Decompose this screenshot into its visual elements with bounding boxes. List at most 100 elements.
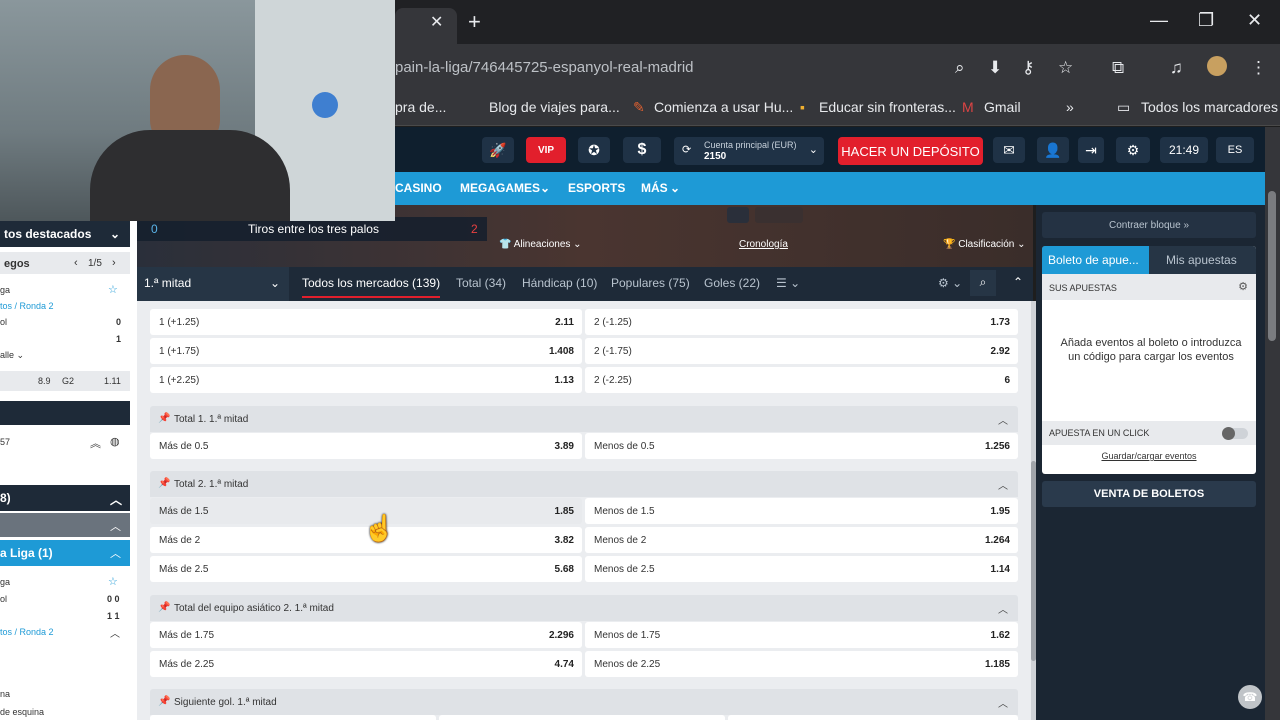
outcome-name[interactable]: G2 (62, 376, 74, 386)
tab-goals[interactable]: Goles (22) (704, 276, 760, 290)
close-tab-icon[interactable]: ✕ (430, 12, 443, 32)
tab-handicap[interactable]: Hándicap (10) (522, 276, 597, 290)
odd-value[interactable]: 1.11 (104, 376, 121, 386)
odd-button[interactable]: Menos de 0.5 1.256 (585, 433, 1018, 459)
bookmark-item[interactable]: Gmail (984, 99, 1021, 115)
nav-esports[interactable]: ESPORTS (568, 181, 625, 195)
featured-header[interactable]: tos destacados ⌄ (0, 221, 130, 247)
market-group-header[interactable]: 📌 Total 1. 1.ª mitad ︿ (150, 406, 1018, 432)
menu-icon[interactable]: ⋮ (1250, 58, 1267, 78)
bookmark-item[interactable]: pra de... (395, 99, 446, 115)
mail-icon[interactable]: ✉ (993, 137, 1025, 163)
new-tab-icon[interactable]: + (468, 9, 481, 35)
save-load-link[interactable]: Guardar/cargar eventos (1042, 451, 1256, 461)
rocket-icon[interactable]: 🚀 (482, 137, 514, 163)
star-icon[interactable]: ☆ (1058, 58, 1073, 78)
profile-avatar[interactable] (1207, 56, 1227, 76)
all-bookmarks[interactable]: Todos los marcadores (1141, 99, 1278, 115)
market-name[interactable]: de esquina (0, 707, 44, 717)
details-link[interactable]: alle ⌄ (0, 350, 24, 361)
team-name[interactable]: ol (0, 317, 7, 327)
sell-bets-button[interactable]: VENTA DE BOLETOS (1042, 481, 1256, 507)
collapse-icon[interactable]: ⌃ (1007, 270, 1029, 296)
install-icon[interactable]: ⬇ (988, 58, 1002, 78)
globe-icon[interactable]: ◍ (110, 435, 120, 448)
refresh-icon[interactable]: ⟳ (682, 143, 691, 156)
odd-button[interactable]: Menos de 2.25 1.185 (585, 651, 1018, 677)
page-scrollbar[interactable] (1265, 127, 1280, 720)
odd-button[interactable]: 2 (-1.25) 1.73 (585, 309, 1018, 335)
dollar-icon[interactable]: $ (623, 137, 661, 163)
odd-button[interactable]: Más de 2.25 4.74 (150, 651, 582, 677)
media-icon[interactable]: ♫ (1170, 58, 1183, 78)
zoom-icon[interactable]: ⌕ (955, 58, 965, 78)
market-group-header[interactable]: 📌 Total 2. 1.ª mitad ︿ (150, 471, 1018, 497)
odd-button[interactable]: 2 (-1.75) 2.92 (585, 338, 1018, 364)
pin-icon[interactable]: 📌 (158, 413, 170, 424)
pin-icon[interactable]: 📌 (158, 602, 170, 613)
section-header[interactable]: 8) ︿ (0, 485, 130, 511)
round-label[interactable]: tos / Ronda 2 (0, 627, 54, 637)
favorite-star-icon[interactable]: ☆ (108, 283, 118, 296)
key-icon[interactable]: ⚷ (1022, 58, 1034, 78)
odd-button[interactable]: Menos de 1.75 1.62 (585, 622, 1018, 648)
page-scrollbar-thumb[interactable] (1268, 191, 1276, 341)
timeline-link[interactable]: Cronología (739, 239, 788, 250)
league-name[interactable]: ga (0, 577, 10, 587)
odd-button[interactable]: Menos de 2 1.264 (585, 527, 1018, 553)
collapse-icon[interactable]: ︽ (90, 435, 101, 451)
tab-my-bets[interactable]: Mis apuestas (1166, 253, 1237, 267)
tab-all-markets[interactable]: Todos los mercados (139) (302, 276, 441, 298)
promo-icon[interactable]: ✪ (578, 137, 610, 163)
lineups-link[interactable]: 👕 Alineaciones ⌄ (499, 239, 582, 250)
restore-icon[interactable]: ❐ (1198, 10, 1214, 31)
clock[interactable]: 21:49 (1160, 137, 1208, 163)
odd-button[interactable]: 1 (+1.75) 1.408 (150, 338, 582, 364)
more-bookmarks[interactable]: » (1066, 99, 1074, 115)
league-header[interactable]: a Liga (1) ︿ (0, 540, 130, 566)
deposit-button[interactable]: HACER UN DEPÓSITO (838, 137, 983, 165)
settings-icon[interactable]: ⚙ (1116, 137, 1150, 163)
vip-button[interactable]: VIP (526, 137, 566, 163)
nav-casino[interactable]: CASINO (395, 181, 442, 195)
pager-prev-icon[interactable]: ‹ (74, 257, 78, 269)
odd-button[interactable]: Menos de 1.5 1.95 (585, 498, 1018, 524)
odd-button[interactable]: Más de 1.75 2.296 (150, 622, 582, 648)
team-name[interactable]: ol (0, 594, 7, 604)
round-label[interactable]: tos / Ronda 2 (0, 301, 54, 311)
odd-button[interactable] (150, 715, 436, 720)
nav-more[interactable]: MÁS (641, 181, 668, 195)
tab-total[interactable]: Total (34) (456, 276, 506, 290)
gear-icon[interactable]: ⚙ (1238, 280, 1248, 293)
tab-popular[interactable]: Populares (75) (611, 276, 690, 290)
chevron-up-icon[interactable]: ︿ (998, 412, 1008, 427)
account-selector[interactable]: ⟳ Cuenta principal (EUR) 2150 ⌄ (674, 137, 824, 165)
language-selector[interactable]: ES (1216, 137, 1254, 163)
pin-icon[interactable]: 📌 (158, 478, 170, 489)
standings-link[interactable]: 🏆 Clasificación ⌄ (943, 239, 1026, 250)
odd-button[interactable] (439, 715, 725, 720)
odd-button[interactable]: 1 (+1.25) 2.11 (150, 309, 582, 335)
odd-button[interactable] (728, 715, 1018, 720)
market-group-header[interactable]: 📌 Siguiente gol. 1.ª mitad ︿ (150, 689, 1018, 715)
chevron-up-icon[interactable]: ︿ (998, 601, 1008, 616)
minimize-icon[interactable]: — (1150, 10, 1168, 31)
logout-icon[interactable]: ⇥ (1078, 137, 1104, 163)
subsection-bar[interactable]: ︿ (0, 513, 130, 537)
close-window-icon[interactable]: ✕ (1247, 10, 1262, 31)
odd-button[interactable]: 2 (-2.25) 6 (585, 367, 1018, 393)
odd-button[interactable]: Más de 0.5 3.89 (150, 433, 582, 459)
chevron-up-icon[interactable]: ︿ (998, 477, 1008, 492)
odd-button[interactable]: 1 (+2.25) 1.13 (150, 367, 582, 393)
list-view-icon[interactable]: ☰ ⌄ (776, 276, 800, 290)
odd-value[interactable]: 8.9 (38, 376, 51, 386)
search-icon[interactable]: ⌕ (970, 270, 996, 296)
one-click-toggle[interactable] (1222, 427, 1248, 440)
tab-bet-slip[interactable]: Boleto de apue... (1048, 253, 1139, 267)
bookmark-item[interactable]: Educar sin fronteras... (819, 99, 956, 115)
favorite-star-icon[interactable]: ☆ (108, 575, 118, 588)
odd-button[interactable]: Menos de 2.5 1.14 (585, 556, 1018, 582)
browser-tab[interactable] (395, 8, 457, 44)
url-text[interactable]: pain-la-liga/746445725-espanyol-real-mad… (395, 59, 694, 76)
league-name[interactable]: ga (0, 285, 10, 295)
